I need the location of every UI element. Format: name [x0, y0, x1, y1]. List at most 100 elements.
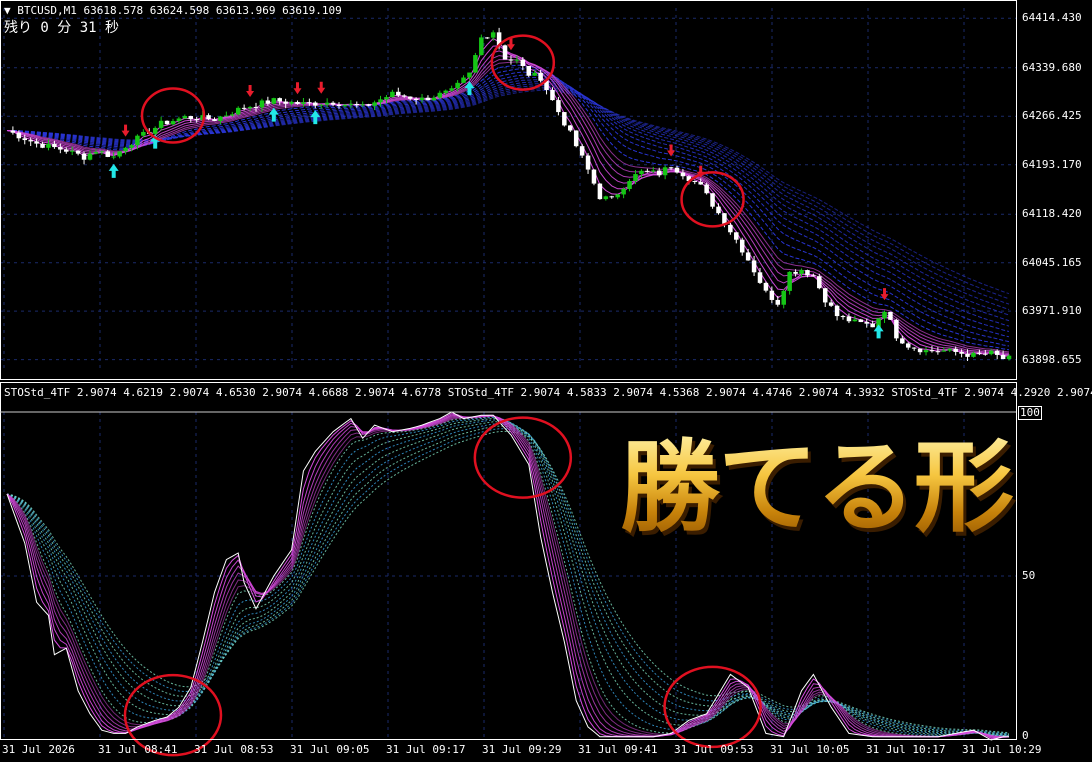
candle-body: [87, 153, 93, 160]
candle-body: [988, 350, 994, 355]
candle-body: [538, 72, 543, 81]
promo-overlay-text: 勝てる形: [620, 425, 1015, 550]
candle-body: [751, 260, 757, 273]
time-tick-label: 31 Jul 10:05: [770, 743, 850, 756]
candle-body: [983, 353, 988, 355]
price-tick-label: 63898.655: [1022, 352, 1082, 366]
candle-body: [840, 316, 846, 318]
candle-body: [929, 350, 935, 352]
candle-body: [597, 183, 603, 200]
candle-body: [64, 149, 69, 152]
trading-chart: [0, 0, 1092, 762]
candle-body: [1006, 355, 1012, 360]
symbol-price-header: ▼ BTCUSD,M1 63618.578 63624.598 63613.96…: [4, 4, 342, 17]
candle-body: [313, 102, 318, 106]
candle-body: [615, 194, 620, 198]
candle-body: [16, 132, 22, 139]
candle-body: [959, 351, 964, 354]
candle-body: [698, 182, 703, 185]
candle-body: [117, 151, 122, 157]
candle-body: [520, 59, 526, 66]
candle-body: [728, 224, 733, 233]
candle-body: [22, 138, 28, 141]
candle-body: [817, 276, 822, 289]
candle-body: [656, 170, 662, 176]
candle-body: [164, 120, 170, 125]
candle-body: [301, 102, 306, 104]
time-tick-label: 31 Jul 10:17: [866, 743, 946, 756]
chart-background: [0, 0, 1092, 762]
candle-body: [324, 102, 330, 105]
candle-body: [514, 59, 520, 61]
candle-body: [680, 172, 686, 177]
candle-body: [259, 100, 265, 108]
candle-body: [336, 104, 342, 107]
candle-body: [425, 97, 431, 101]
candle-body: [34, 141, 39, 144]
candle-body: [318, 104, 324, 106]
candle-body: [994, 350, 1000, 355]
candle-body: [218, 116, 223, 121]
candle-body: [858, 319, 864, 323]
candle-body: [757, 272, 763, 283]
candle-body: [828, 302, 834, 306]
candle-body: [894, 319, 899, 339]
candle-body: [704, 184, 709, 194]
candle-body: [401, 95, 407, 97]
candle-body: [10, 130, 16, 133]
candle-body: [923, 350, 929, 353]
candle-body: [639, 170, 644, 175]
candle-body: [75, 150, 81, 154]
candle-body: [977, 352, 982, 354]
candle-body: [390, 91, 395, 98]
candle-body: [307, 102, 312, 104]
candle-body: [158, 120, 164, 128]
price-tick-label: 63971.910: [1022, 304, 1082, 318]
level-label-50: 50: [1022, 569, 1036, 582]
candle-body: [775, 299, 781, 305]
candle-body: [568, 125, 573, 131]
candle-body: [105, 151, 111, 157]
candle-body: [900, 338, 905, 344]
time-tick-label: 31 Jul 08:41: [98, 743, 178, 756]
candle-body: [888, 311, 893, 320]
candle-body: [81, 153, 87, 160]
indicator-header: STOStd_4TF 2.9074 4.6219 2.9074 4.6530 2…: [4, 386, 1092, 399]
candle-body: [170, 121, 176, 125]
candle-body: [603, 196, 609, 200]
candle-body: [674, 167, 680, 173]
time-tick-label: 31 Jul 09:29: [482, 743, 562, 756]
level-label-100: 100: [1018, 406, 1042, 420]
candle-body: [935, 351, 941, 353]
candle-body: [484, 37, 490, 39]
candle-body: [129, 145, 134, 148]
price-tick-label: 64339.680: [1022, 60, 1082, 74]
candle-body: [745, 252, 751, 261]
candle-body: [562, 112, 567, 126]
candle-body: [941, 350, 947, 352]
candle-body: [633, 174, 638, 182]
candle-body: [781, 290, 786, 305]
candle-body: [846, 316, 852, 322]
candle-body: [437, 92, 443, 98]
candle-body: [490, 32, 496, 38]
candle-body: [573, 130, 579, 147]
candle-body: [710, 193, 715, 207]
candle-body: [455, 82, 460, 89]
candle-body: [662, 167, 668, 176]
candle-body: [692, 181, 698, 183]
candle-body: [870, 323, 875, 328]
candle-body: [188, 116, 194, 120]
candle-body: [152, 127, 158, 134]
candle-body: [645, 170, 650, 172]
price-tick-label: 64193.170: [1022, 157, 1082, 171]
candle-body: [52, 143, 57, 148]
price-tick-label: 64266.425: [1022, 109, 1082, 123]
candle-body: [247, 106, 253, 109]
candle-body: [241, 107, 247, 109]
candle-body: [467, 72, 472, 78]
candle-body: [271, 98, 277, 104]
candle-body: [769, 290, 775, 300]
candle-body: [591, 169, 597, 184]
candle-body: [911, 347, 917, 349]
